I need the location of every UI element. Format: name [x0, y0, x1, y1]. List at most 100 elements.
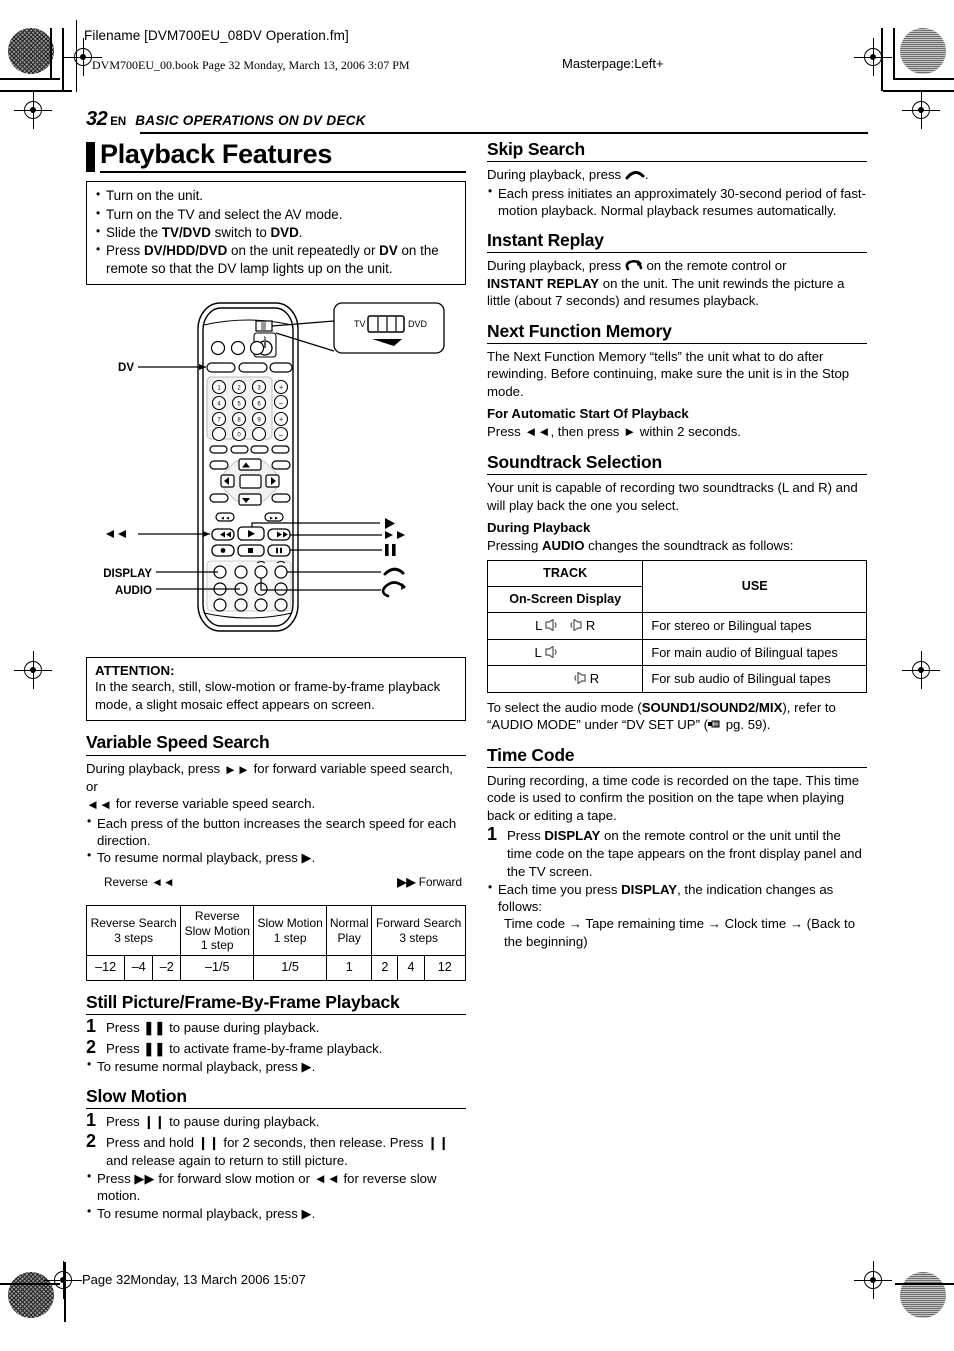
callout-dv: DV: [118, 362, 134, 374]
list-item: Each press of the button increases the s…: [86, 814, 466, 849]
track-header: TRACK: [486, 559, 644, 587]
svg-text:–: –: [279, 432, 283, 439]
language-code: EN: [110, 116, 127, 128]
ir-text-a: During playback, press: [487, 258, 625, 274]
onscreen-display-header: On-Screen Display: [486, 585, 644, 614]
step-body: Press DISPLAY on the remote control or t…: [507, 828, 862, 879]
forward-icon: ▶▶: [397, 875, 416, 890]
soundtrack-sub-body: Pressing AUDIO changes the soundtrack as…: [487, 537, 867, 554]
list-item: Each press initiates an approximately 30…: [487, 184, 867, 219]
speed-table: Reverse Search 3 steps Reverse Slow Motion…: [85, 905, 467, 981]
step-item: 2 Press ❚❚ to activate frame-by-frame pl…: [86, 1037, 466, 1058]
running-head-rule: [140, 132, 868, 134]
callout-ff: [385, 531, 405, 540]
step-body: Press ❙❙ to pause during playback.: [106, 1114, 320, 1130]
section-heading-soundtrack-selection: Soundtrack Selection: [487, 451, 662, 472]
section-rule: [487, 252, 867, 254]
speaker-right-icon: [574, 672, 586, 685]
tv-dvd-detail-callout: TV DVD: [333, 302, 445, 355]
remote-control-svg: b 1 2 3 4 5 6 7 8 9 0 + – + – ◄◄ ►► DV D…: [103, 302, 445, 633]
pause-icon: ❚❚: [143, 1040, 166, 1056]
vss-intro-c: for reverse variable speed search.: [112, 796, 316, 812]
forward-direction-label: ▶▶ Forward: [397, 875, 462, 890]
section-heading-slow-motion: Slow Motion: [86, 1085, 187, 1106]
display-button-name: DISPLAY: [544, 828, 601, 844]
use-cell: For sub audio of Bilingual tapes: [642, 665, 867, 693]
halftone-circle-top-left: [8, 28, 54, 74]
step-item: 2 Press and hold ❙❙ for 2 seconds, then …: [86, 1131, 466, 1170]
crop-mark-tr-h2: [883, 90, 954, 92]
soundtrack-body: Your unit is capable of recording two so…: [487, 480, 858, 513]
reverse-icon: ◄◄: [151, 875, 175, 890]
step-body: Press ❚❚ to pause during playback.: [106, 1019, 320, 1035]
speed-header-normal-play: Normal Play: [326, 905, 373, 957]
svg-text:◄◄: ◄◄: [220, 516, 230, 522]
page-title: Playback Features: [100, 139, 333, 169]
title-rule: [100, 171, 466, 174]
st-a: Pressing: [487, 538, 542, 554]
track-cell-right: R: [486, 665, 644, 693]
section-rule: [487, 474, 867, 476]
ir-text-b: on the remote control or: [642, 258, 787, 274]
time-code-body: During recording, a time code is recorde…: [487, 772, 860, 823]
svg-text:+: +: [279, 385, 283, 392]
step-item: 1 Press DISPLAY on the remote control or…: [487, 824, 867, 881]
crop-mark-bl-v: [64, 1262, 66, 1322]
skip-search-period: .: [644, 167, 649, 183]
use-cell: For stereo or Bilingual tapes: [642, 612, 867, 640]
running-head: 32 EN BASIC OPERATIONS ON DV DECK: [86, 108, 868, 134]
halftone-circle-bottom-right: [900, 1272, 946, 1318]
callout-skip-search-icon: [383, 568, 405, 576]
track-left-label: L: [535, 618, 542, 634]
attention-body: In the search, still, slow-motion or fra…: [95, 679, 441, 712]
left-column: Playback Features Turn on the unit. Turn…: [85, 139, 467, 1222]
rewind-icon: ◄◄: [86, 797, 113, 813]
table-row: R For sub audio of Bilingual tapes: [486, 665, 867, 693]
registration-mark-right-upper: [902, 91, 940, 129]
list-item: To resume normal playback, press ▶.: [86, 1204, 466, 1222]
switch-label-dvd: DVD: [408, 319, 428, 329]
table-row: L R For stereo or Bilingual tapes: [486, 612, 867, 640]
speed-header-reverse-search: Reverse Search 3 steps: [85, 905, 182, 957]
speed-direction-bar: Reverse ◄◄ ▶▶ Forward: [86, 875, 466, 905]
registration-mark-bottom-left: [44, 1261, 82, 1299]
svg-text:+: +: [279, 417, 283, 424]
use-cell: For main audio of Bilingual tapes: [642, 638, 867, 667]
step-body: Press and hold ❙❙ for 2 seconds, then re…: [106, 1135, 450, 1169]
speed-value: –4: [124, 955, 154, 981]
slow-motion-bullets: Press ▶▶ for forward slow motion or ◄◄ f…: [86, 1169, 466, 1222]
speed-value: 1: [326, 955, 373, 981]
page-title-block: Playback Features: [86, 139, 466, 174]
step-number: 1: [86, 1110, 97, 1131]
section-rule: [86, 754, 466, 756]
am-a: To select the audio mode (: [487, 699, 642, 715]
skip-search-intro-text: During playback, press: [487, 167, 625, 183]
svg-text:–: –: [279, 400, 283, 407]
instant-replay-icon: [625, 260, 643, 271]
crop-mark-br-h: [895, 1283, 954, 1285]
speed-value: 2: [371, 955, 399, 981]
display-button-name: DISPLAY: [621, 882, 678, 898]
table-row: L For main audio of Bilingual tapes: [486, 638, 867, 667]
masterpage-label: Masterpage:Left+: [562, 56, 664, 71]
callout-play: [385, 518, 395, 530]
registration-mark-top-left: [14, 91, 52, 129]
speed-value: 12: [423, 955, 467, 981]
remote-control-illustration: b 1 2 3 4 5 6 7 8 9 0 + – + – ◄◄ ►► DV D…: [86, 289, 466, 651]
section-heading-instant-replay: Instant Replay: [487, 229, 604, 250]
nfm-a: Press: [487, 424, 525, 440]
list-item: To resume normal playback, press ▶.: [86, 848, 466, 866]
crop-mark-tr-h: [895, 78, 954, 80]
page-number: 32: [86, 108, 108, 130]
speed-value: 1/5: [253, 955, 328, 981]
switch-label-tv: TV: [354, 319, 366, 329]
list-item: To resume normal playback, press ▶.: [86, 1057, 466, 1075]
filename-label: Filename [DVM700EU_08DV Operation.fm]: [84, 28, 349, 43]
track-left-label: L: [534, 644, 542, 660]
table-row: Reverse Search 3 steps Reverse Slow Motion…: [85, 905, 466, 957]
attention-box: ATTENTION: In the search, still, slow-mo…: [86, 657, 466, 722]
attention-heading: ATTENTION:: [95, 663, 175, 679]
vss-intro-a: During playback, press: [86, 760, 224, 776]
variable-speed-search-intro: During playback, press ►► for forward va…: [86, 760, 466, 814]
table-row: TRACK USE: [486, 559, 867, 614]
